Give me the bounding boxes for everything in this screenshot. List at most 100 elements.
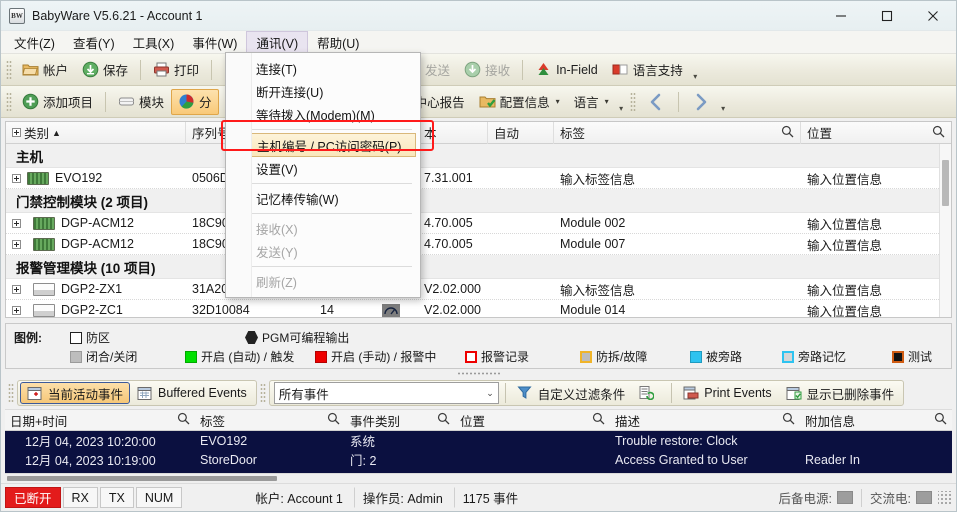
device-location[interactable]: 输入位置信息 [801,279,951,300]
events-scroll-thumb[interactable] [7,476,277,481]
menu-tools[interactable]: 工具(X) [124,31,184,53]
toolbar-overflow-button[interactable]: ▾ [616,89,627,115]
menu-file[interactable]: 文件(Z) [5,31,64,53]
chevron-down-icon[interactable]: ▾ [556,97,560,106]
partition-button[interactable]: 分 [171,88,219,115]
table-group-row[interactable]: 门禁控制模块 (2 项目) [6,189,951,213]
device-location[interactable]: 输入位置信息 [801,234,951,255]
nav-forward-button[interactable] [684,89,718,115]
menu-item-memory-key-transfer[interactable]: 记忆棒传输(W) [226,187,420,210]
menu-item-disconnect[interactable]: 断开连接(U) [226,80,420,103]
device-location[interactable]: 输入位置信息 [801,168,951,189]
table-row[interactable]: DGP-ACM12 18C903 4.70.005 Module 002 输入位… [6,213,951,234]
column-header-auto[interactable]: 自动 [488,122,554,144]
tab-live-events[interactable]: 当前活动事件 [20,382,131,404]
menu-help[interactable]: 帮助(U) [308,31,368,53]
column-header-category[interactable]: 类别 ▲ [6,122,186,144]
search-icon[interactable] [437,412,450,428]
event-column-category[interactable]: 事件类别 [345,409,455,431]
menu-item-settings[interactable]: 设置(V) [226,157,420,180]
event-column-extra[interactable]: 附加信息 [800,409,952,431]
in-field-button[interactable]: In-Field [528,57,605,83]
chevron-down-icon[interactable]: ⌄ [486,388,494,399]
search-icon[interactable] [177,412,190,428]
receive-button[interactable]: 接收 [457,57,517,83]
search-icon[interactable] [592,412,605,428]
toolbar-grip[interactable] [8,383,14,403]
add-item-button[interactable]: 添加项目 [15,89,100,115]
chevron-down-icon[interactable]: ▾ [605,97,609,106]
toolbar-overflow-button[interactable]: ▾ [690,57,701,83]
column-header-tag[interactable]: 标签 [554,122,801,144]
device-tag[interactable]: Module 014 [554,300,801,317]
maximize-button[interactable] [864,1,910,31]
toolbar-grip[interactable] [6,91,12,112]
search-icon[interactable] [782,412,795,428]
event-filter-select[interactable]: 所有事件 ⌄ [273,382,499,404]
table-row[interactable]: DGP2-ZX1 31A200E4 8 V2.02.000 输入标签信息 输入位… [6,279,951,300]
table-row[interactable]: EVO192 0506DD 7.31.001 输入标签信息 输入位置信息 [6,168,951,189]
toolbar-grip[interactable] [629,91,636,112]
search-icon[interactable] [932,125,945,141]
account-button[interactable]: 帐户 [15,57,75,83]
event-row[interactable]: 12月 04, 2023 10:19:00 StoreDoor 门: 2 Acc… [5,450,952,469]
events-horizontal-scrollbar[interactable] [5,473,952,483]
table-group-row[interactable]: 主机 [6,144,951,168]
device-tag[interactable]: 输入标签信息 [554,168,801,189]
device-tag[interactable]: Module 002 [554,213,801,234]
module-button[interactable]: 模块 [111,89,171,115]
column-header-version[interactable]: 本 [418,122,488,144]
row-expander-icon[interactable] [12,239,21,249]
event-row[interactable]: 12月 04, 2023 10:20:00 EVO192 系统 Trouble … [5,431,952,450]
refresh-list-button[interactable] [632,382,667,404]
search-icon[interactable] [934,412,947,428]
device-tag[interactable]: Module 007 [554,234,801,255]
event-column-location[interactable]: 位置 [455,409,610,431]
minimize-button[interactable] [818,1,864,31]
custom-filter-button[interactable]: 自定义过滤条件 [510,382,633,404]
table-row[interactable]: DGP-ACM12 18C903 4.70.005 Module 007 输入位… [6,234,951,255]
toolbar-overflow-button[interactable]: ▾ [718,89,729,115]
toolbar-grip[interactable] [6,59,12,80]
menu-item-panel-id-pc-password[interactable]: 主机编号 / PC访问密码(P) [230,133,416,157]
row-expander-icon[interactable] [12,173,21,183]
table-group-row[interactable]: 报警管理模块 (10 项目) [6,255,951,279]
close-button[interactable] [910,1,956,31]
search-icon[interactable] [327,412,340,428]
device-tag[interactable]: 输入标签信息 [554,279,801,300]
row-expander-icon[interactable] [12,305,21,315]
menu-item-receive[interactable]: 接收(X) [226,217,420,240]
tab-buffered-events[interactable]: Buffered Events [130,382,254,404]
event-column-description[interactable]: 描述 [610,409,800,431]
panel-splitter[interactable] [5,370,952,377]
print-button[interactable]: 打印 [146,57,206,83]
language-support-button[interactable]: 语言支持 [605,57,690,83]
menu-events[interactable]: 事件(W) [183,31,246,53]
save-button[interactable]: 保存 [75,57,135,83]
event-column-tag[interactable]: 标签 [195,409,345,431]
toolbar-grip[interactable] [259,383,266,403]
menu-item-wait-dialin[interactable]: 等待拨入(Modem)(M) [226,103,420,126]
expand-all-icon[interactable] [12,128,21,137]
nav-back-button[interactable] [639,89,673,115]
language-button[interactable]: 语言 ▾ [567,89,616,115]
row-expander-icon[interactable] [12,218,21,228]
grid-vertical-scrollbar[interactable] [939,144,951,317]
menu-item-send[interactable]: 发送(Y) [226,240,420,263]
event-column-datetime[interactable]: 日期+时间 [5,409,195,431]
menu-view[interactable]: 查看(Y) [64,31,124,53]
config-info-button[interactable]: 配置信息 ▾ [472,89,567,115]
menu-item-refresh[interactable]: 刷新(Z) [226,270,420,293]
search-icon[interactable] [781,125,794,141]
show-deleted-events-button[interactable]: 显示已删除事件 [779,382,902,404]
device-location[interactable]: 输入位置信息 [801,300,951,318]
row-expander-icon[interactable] [12,284,21,294]
print-events-button[interactable]: Print Events [676,382,778,404]
resize-grip[interactable] [938,490,952,505]
menu-communication[interactable]: 通讯(V) [246,31,309,53]
column-header-location[interactable]: 位置 [801,122,951,144]
grid-scroll-thumb[interactable] [942,160,949,206]
menu-item-connect[interactable]: 连接(T) [226,57,420,80]
table-row[interactable]: DGP2-ZC1 32D10084 14 V2.02.000 Module 01… [6,300,951,318]
device-location[interactable]: 输入位置信息 [801,213,951,234]
